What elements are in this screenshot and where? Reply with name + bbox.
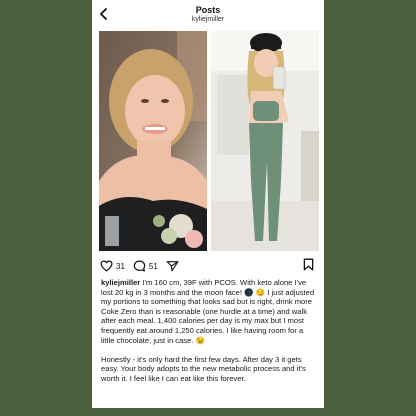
caption-text-1: I'm 160 cm, 39F with PCOS. With keto alo… (101, 278, 315, 345)
comment-bubble-icon (133, 260, 146, 272)
after-photo[interactable] (211, 31, 319, 251)
comment-count: 51 (148, 261, 158, 271)
comment-button[interactable]: 51 (133, 260, 158, 272)
share-button[interactable] (166, 260, 179, 272)
caption-username[interactable]: kyliejmiller (101, 278, 140, 287)
post-caption: kyliejmiller I'm 160 cm, 39F with PCOS. … (101, 278, 317, 393)
send-icon (166, 261, 179, 272)
page-title: Posts (195, 5, 221, 15)
caption-paragraph: kyliejmiller I'm 160 cm, 39F with PCOS. … (101, 278, 317, 345)
post-header: Posts kyliejmiller (92, 0, 324, 28)
post-card: Posts kyliejmiller 31 51 kyliejmiller I'… (92, 0, 324, 408)
save-button[interactable] (303, 258, 314, 276)
post-actions: 31 51 (100, 258, 320, 274)
page-subtitle-username[interactable]: kyliejmiller (92, 16, 324, 23)
like-count: 31 (116, 261, 125, 271)
heart-icon (100, 260, 113, 272)
caption-text-2: Honestly - it's only hard the first few … (101, 354, 306, 383)
before-photo[interactable] (99, 31, 207, 251)
like-button[interactable]: 31 (100, 260, 125, 272)
bookmark-icon (303, 258, 314, 271)
